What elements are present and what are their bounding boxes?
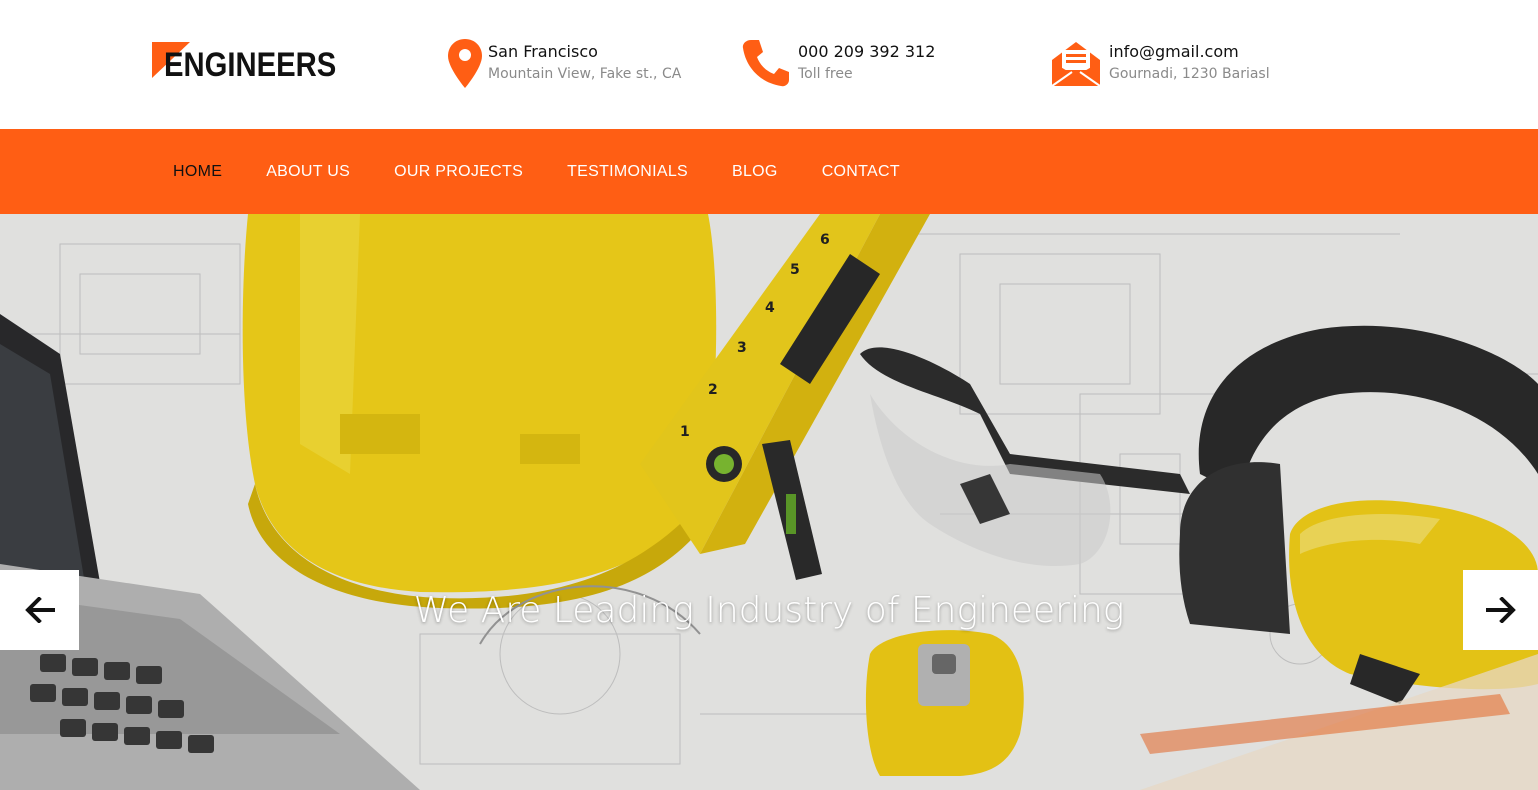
header-topbar: ENGINEERS San Francisco Mountain View, F… — [0, 0, 1538, 129]
map-pin-icon — [448, 39, 482, 88]
hero-overlay — [0, 214, 1538, 790]
email-location: Gournadi, 1230 Bariasl — [1109, 66, 1270, 82]
email-address[interactable]: info@gmail.com — [1109, 42, 1239, 61]
slider-next-button[interactable] — [1463, 570, 1538, 650]
location-city: San Francisco — [488, 42, 598, 61]
slider-prev-button[interactable] — [0, 570, 79, 650]
hero-slider: 654 321 We Are Leading Industry of Engin… — [0, 214, 1538, 790]
logo-text: ENGINEERS — [164, 46, 337, 84]
main-navigation: HOME ABOUT US OUR PROJECTS TESTIMONIALS … — [0, 129, 1538, 214]
location-address: Mountain View, Fake st., CA — [488, 66, 682, 82]
nav-item-our-projects[interactable]: OUR PROJECTS — [394, 163, 523, 181]
hero-title: We Are Leading Industry of Engineering — [413, 590, 1125, 631]
envelope-icon — [1051, 42, 1101, 87]
nav-item-home[interactable]: HOME — [173, 163, 222, 181]
phone-icon — [742, 40, 789, 87]
arrow-right-icon — [1485, 597, 1516, 623]
phone-note: Toll free — [798, 66, 853, 82]
nav-item-testimonials[interactable]: TESTIMONIALS — [567, 163, 688, 181]
nav-item-contact[interactable]: CONTACT — [822, 163, 900, 181]
arrow-left-icon — [24, 597, 55, 623]
nav-item-about-us[interactable]: ABOUT US — [266, 163, 350, 181]
phone-number[interactable]: 000 209 392 312 — [798, 42, 935, 61]
nav-item-blog[interactable]: BLOG — [732, 163, 778, 181]
